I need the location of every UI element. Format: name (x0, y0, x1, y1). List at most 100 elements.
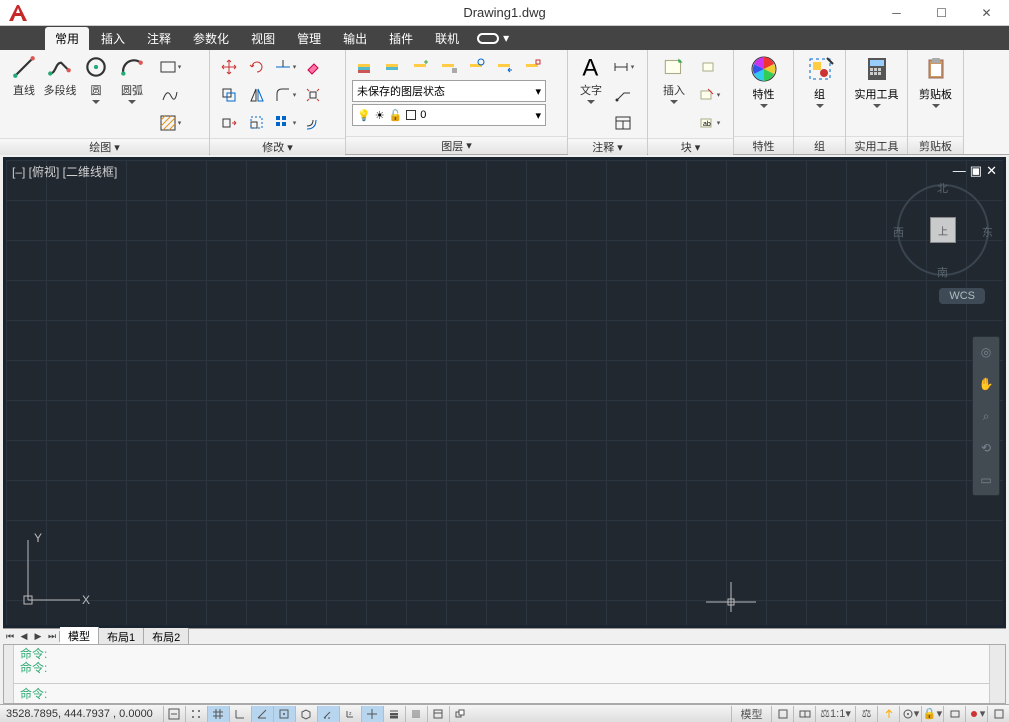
layer-freeze-button[interactable] (408, 54, 434, 80)
layer-current-dropdown[interactable]: 💡 ☀ 🔓 0 ▾ (352, 104, 546, 126)
infer-constraints-button[interactable] (163, 706, 185, 722)
hatch-button[interactable]: ▾ (157, 110, 183, 136)
ducs-button[interactable]: z (339, 706, 361, 722)
properties-button[interactable]: 特性 (742, 54, 786, 108)
tab-home[interactable]: 常用 (45, 27, 89, 50)
annotation-scale-button[interactable]: ⚖1:1▾ (815, 706, 855, 722)
text-button[interactable]: A 文字 (574, 54, 608, 104)
maximize-button[interactable]: ☐ (919, 0, 964, 26)
tab-parametric[interactable]: 参数化 (183, 27, 239, 50)
annotation-autoscale-button[interactable] (877, 706, 899, 722)
viewport-maximize-icon[interactable]: ▣ (970, 163, 982, 179)
explode-button[interactable] (300, 82, 326, 108)
polyline-button[interactable]: 多段线 (42, 54, 78, 98)
viewport-minimize-icon[interactable]: — (953, 163, 966, 179)
polar-button[interactable] (251, 706, 273, 722)
tab-appearance[interactable]: ▾ (477, 31, 509, 45)
layer-isolate-button[interactable] (520, 54, 546, 80)
lineweight-button[interactable] (383, 706, 405, 722)
spline-button[interactable] (157, 82, 183, 108)
tab-insert[interactable]: 插入 (91, 27, 135, 50)
rectangle-button[interactable]: ▾ (157, 54, 183, 80)
edit-attr-button[interactable]: ab▾ (696, 110, 722, 136)
command-scrollbar[interactable] (989, 645, 1005, 703)
quickview-drawings-button[interactable] (793, 706, 815, 722)
layout-1-tab[interactable]: 布局1 (99, 628, 144, 646)
transparency-button[interactable] (405, 706, 427, 722)
osnap-button[interactable] (273, 706, 295, 722)
move-button[interactable] (216, 54, 242, 80)
layout-2-tab[interactable]: 布局2 (144, 628, 189, 646)
viewcube-top[interactable]: 上 (930, 217, 956, 243)
copy-button[interactable] (216, 82, 242, 108)
create-block-button[interactable] (696, 54, 722, 80)
pan-icon[interactable]: ✋ (975, 373, 997, 395)
command-drag-handle[interactable] (4, 645, 14, 703)
wcs-badge[interactable]: WCS (939, 288, 985, 304)
circle-button[interactable]: 圆 (78, 54, 114, 104)
layer-lock-button[interactable] (436, 54, 462, 80)
grid-button[interactable] (207, 706, 229, 722)
otrack-button[interactable] (317, 706, 339, 722)
tab-annotate[interactable]: 注释 (137, 27, 181, 50)
hardware-accel-button[interactable] (943, 706, 965, 722)
group-button[interactable]: 组 (800, 54, 839, 108)
toolbar-lock-button[interactable]: 🔒▾ (921, 706, 943, 722)
ortho-button[interactable] (229, 706, 251, 722)
scale-button[interactable] (244, 110, 270, 136)
zoom-extents-icon[interactable]: ⌕ (975, 405, 997, 427)
layer-off-button[interactable] (380, 54, 406, 80)
rotate-button[interactable] (244, 54, 270, 80)
tab-manage[interactable]: 管理 (287, 27, 331, 50)
layout-prev-icon[interactable]: ◀ (17, 631, 31, 642)
line-button[interactable]: 直线 (6, 54, 42, 98)
layer-match-button[interactable] (464, 54, 490, 80)
stretch-button[interactable] (216, 110, 242, 136)
layer-state-dropdown[interactable]: 未保存的图层状态 ▾ (352, 80, 546, 102)
utilities-button[interactable]: 实用工具 (855, 54, 899, 108)
layout-last-icon[interactable]: ⏭ (45, 631, 59, 642)
tab-plugins[interactable]: 插件 (379, 27, 423, 50)
erase-button[interactable] (300, 54, 326, 80)
tab-output[interactable]: 输出 (333, 27, 377, 50)
leader-button[interactable] (610, 82, 636, 108)
orbit-icon[interactable]: ⟲ (975, 437, 997, 459)
viewcube[interactable]: 上 北 南 东 西 (897, 184, 989, 276)
trim-button[interactable]: ▾ (272, 54, 298, 80)
layer-properties-button[interactable] (352, 54, 378, 80)
offset-button[interactable] (300, 110, 326, 136)
clean-screen-button[interactable] (987, 706, 1009, 722)
dimension-button[interactable]: ▾ (610, 54, 636, 80)
layer-prev-button[interactable] (492, 54, 518, 80)
table-button[interactable] (610, 110, 636, 136)
selection-cycling-button[interactable] (449, 706, 471, 722)
arc-button[interactable]: 圆弧 (114, 54, 150, 104)
close-button[interactable]: ✕ (964, 0, 1009, 26)
clipboard-button[interactable]: 剪贴板 (914, 54, 957, 108)
viewport-controls-label[interactable]: [–] [俯视] [二维线框] (12, 163, 117, 180)
layout-first-icon[interactable]: ⏮ (3, 631, 17, 642)
workspace-button[interactable]: ▾ (899, 706, 921, 722)
command-input[interactable] (51, 687, 983, 701)
annotation-visibility-button[interactable]: ⚖ (855, 706, 877, 722)
array-button[interactable]: ▾ (272, 110, 298, 136)
qp-button[interactable] (427, 706, 449, 722)
minimize-button[interactable]: ─ (874, 0, 919, 26)
model-space-button[interactable]: 模型 (731, 706, 771, 722)
layout-next-icon[interactable]: ▶ (31, 631, 45, 642)
3dosnap-button[interactable] (295, 706, 317, 722)
mirror-button[interactable] (244, 82, 270, 108)
tab-online[interactable]: 联机 (425, 27, 469, 50)
insert-button[interactable]: 插入 (654, 54, 694, 104)
fillet-button[interactable]: ▾ (272, 82, 298, 108)
cursor-coordinates[interactable]: 3528.7895, 444.7937 , 0.0000 (0, 708, 159, 720)
showmotion-icon[interactable]: ▭ (975, 469, 997, 491)
tab-view[interactable]: 视图 (241, 27, 285, 50)
steering-wheel-icon[interactable]: ◎ (975, 341, 997, 363)
dyn-button[interactable] (361, 706, 383, 722)
viewport-close-icon[interactable]: ✕ (986, 163, 997, 179)
drawing-viewport[interactable]: [–] [俯视] [二维线框] — ▣ ✕ YX 上 北 南 东 西 WCS ◎… (3, 157, 1006, 628)
quickview-layouts-button[interactable] (771, 706, 793, 722)
app-logo-icon[interactable] (0, 0, 36, 26)
snap-button[interactable] (185, 706, 207, 722)
